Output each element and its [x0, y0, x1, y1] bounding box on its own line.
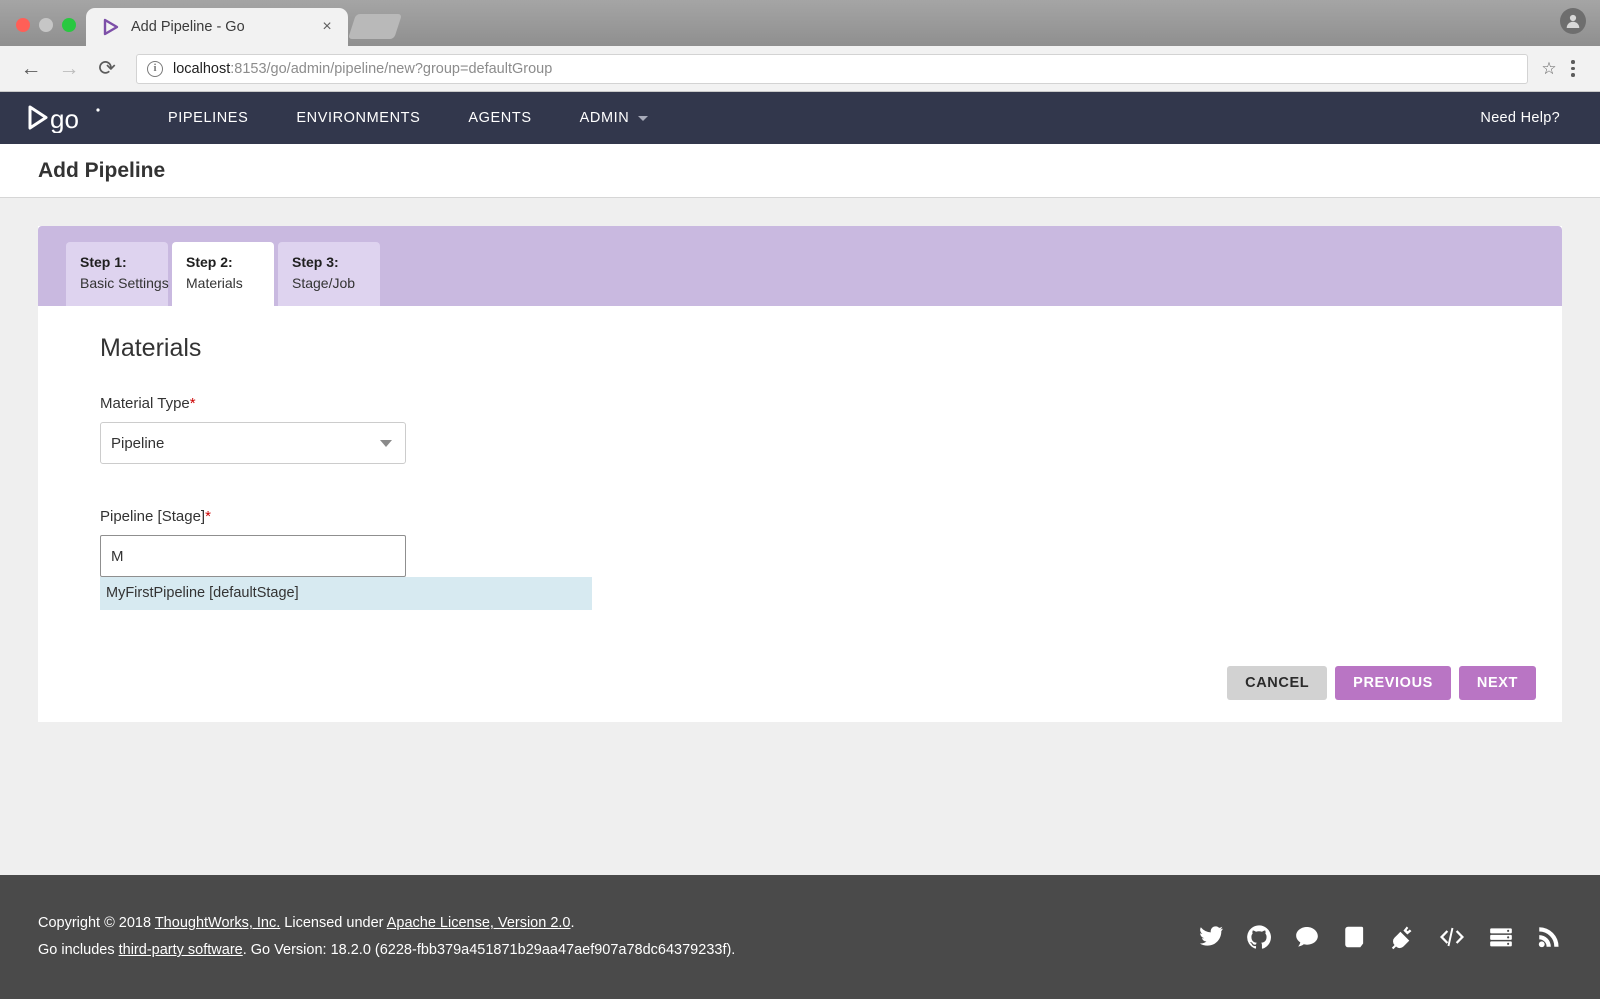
chevron-down-icon [380, 440, 392, 447]
pipeline-stage-input[interactable]: M [100, 535, 406, 577]
address-bar[interactable]: i localhost:8153/go/admin/pipeline/new?g… [136, 53, 1528, 84]
go-logo[interactable]: go [28, 103, 102, 133]
previous-button[interactable]: PREVIOUS [1335, 666, 1451, 700]
footer-social-icons [1198, 924, 1562, 950]
chevron-down-icon [638, 115, 649, 121]
wizard-tab-step1-line1: Step 1: [80, 254, 127, 270]
browser-chrome: Add Pipeline - Go × ← → ⟳ i localhost:81… [0, 0, 1600, 92]
wizard-tab-step3-line1: Step 3: [292, 254, 339, 270]
nav-item-environments[interactable]: ENVIRONMENTS [272, 92, 444, 144]
required-asterisk: * [205, 508, 211, 525]
new-tab-button[interactable] [347, 14, 403, 39]
material-type-select-wrap: Pipeline [100, 422, 406, 464]
wizard-tab-step2-line2: Materials [186, 275, 243, 291]
url-host: localhost [173, 60, 231, 77]
page-footer: Copyright © 2018 ThoughtWorks, Inc. Lice… [0, 875, 1600, 999]
footer-text: Copyright © 2018 ThoughtWorks, Inc. Lice… [38, 910, 735, 964]
pipeline-stage-field: Pipeline [Stage]* M MyFirstPipeline [def… [100, 508, 1562, 610]
apache-license-link[interactable]: Apache License, Version 2.0 [387, 915, 571, 931]
footer-version-text: . Go Version: 18.2.0 (6228-fbb379a451871… [242, 942, 736, 958]
main-nav: PIPELINES ENVIRONMENTS AGENTS ADMIN [144, 92, 672, 144]
footer-license-mid: Licensed under [280, 915, 387, 931]
address-bar-url: localhost:8153/go/admin/pipeline/new?gro… [173, 61, 552, 77]
book-icon[interactable] [1342, 924, 1368, 950]
section-title: Materials [100, 334, 202, 362]
wizard-tab-step1-line2: Basic Settings [80, 275, 169, 291]
bookmark-star-icon[interactable]: ☆ [1538, 58, 1560, 80]
nav-item-admin[interactable]: ADMIN [556, 92, 673, 144]
cancel-button[interactable]: CANCEL [1227, 666, 1328, 700]
server-icon[interactable] [1488, 924, 1514, 950]
github-icon[interactable] [1246, 924, 1272, 950]
svg-text:go: go [50, 104, 79, 133]
forward-button[interactable]: → [52, 52, 86, 86]
autocomplete-suggestion-item[interactable]: MyFirstPipeline [defaultStage] [100, 577, 592, 610]
minimize-window-button[interactable] [39, 18, 53, 32]
footer-line-1: Copyright © 2018 ThoughtWorks, Inc. Lice… [38, 910, 735, 937]
chat-icon[interactable] [1294, 924, 1320, 950]
pipeline-stage-label: Pipeline [Stage]* [100, 508, 1562, 525]
wizard-actions: CANCEL PREVIOUS NEXT [38, 644, 1562, 722]
wizard-card: Step 1: Basic Settings Step 2: Materials… [38, 226, 1562, 722]
nav-item-agents[interactable]: AGENTS [444, 92, 555, 144]
url-path: :8153/go/admin/pipeline/new?group=defaul… [230, 60, 553, 77]
nav-item-admin-label: ADMIN [579, 110, 630, 126]
footer-line2-prefix: Go includes [38, 942, 119, 958]
footer-line-2: Go includes third-party software. Go Ver… [38, 937, 735, 964]
browser-menu-icon[interactable] [1560, 60, 1586, 77]
material-type-field: Material Type* Pipeline [100, 395, 1562, 464]
browser-tab[interactable]: Add Pipeline - Go × [86, 8, 348, 46]
app-header: go PIPELINES ENVIRONMENTS AGENTS ADMIN N… [0, 92, 1600, 144]
go-play-icon [102, 18, 120, 36]
code-icon[interactable] [1438, 924, 1466, 950]
page-body: Step 1: Basic Settings Step 2: Materials… [0, 198, 1600, 875]
wizard-tab-step3-line2: Stage/Job [292, 275, 356, 291]
need-help-link[interactable]: Need Help? [1480, 110, 1572, 126]
maximize-window-button[interactable] [62, 18, 76, 32]
third-party-software-link[interactable]: third-party software [119, 942, 243, 958]
next-button[interactable]: NEXT [1458, 666, 1536, 700]
browser-tab-title: Add Pipeline - Go [131, 19, 245, 35]
wizard-tab-step2-line1: Step 2: [186, 254, 233, 270]
browser-toolbar: ← → ⟳ i localhost:8153/go/admin/pipeline… [0, 46, 1600, 92]
required-asterisk: * [189, 395, 196, 412]
rss-icon[interactable] [1536, 924, 1562, 950]
footer-line1-suffix: . [570, 915, 575, 931]
profile-icon[interactable] [1560, 8, 1586, 34]
pipeline-stage-label-text: Pipeline [Stage] [100, 508, 206, 525]
site-info-icon[interactable]: i [147, 60, 163, 77]
back-button[interactable]: ← [14, 52, 48, 86]
window-traffic-lights [0, 18, 76, 46]
material-type-label: Material Type* [100, 395, 1562, 412]
wizard-tabs: Step 1: Basic Settings Step 2: Materials… [38, 226, 1562, 306]
footer-copyright-prefix: Copyright © 2018 [38, 915, 155, 931]
wizard-tab-step2[interactable]: Step 2: Materials [172, 242, 274, 306]
material-type-label-text: Material Type [100, 395, 190, 412]
wizard-tab-step3[interactable]: Step 3: Stage/Job [278, 242, 380, 306]
materials-form: Material Type* Pipeline Pipeline [Stage]… [38, 363, 1562, 610]
page-title: Add Pipeline [38, 158, 166, 182]
reload-button[interactable]: ⟳ [90, 52, 124, 86]
plug-icon[interactable] [1390, 924, 1416, 950]
material-type-select[interactable]: Pipeline [100, 422, 406, 464]
wizard-tab-step1[interactable]: Step 1: Basic Settings [66, 242, 169, 306]
browser-tabstrip: Add Pipeline - Go × [0, 0, 1600, 46]
thoughtworks-link[interactable]: ThoughtWorks, Inc. [155, 915, 280, 931]
wizard-card-body: Materials Material Type* Pipeline Pipeli… [38, 306, 1562, 722]
nav-item-pipelines[interactable]: PIPELINES [144, 92, 272, 144]
close-tab-button[interactable]: × [318, 18, 336, 36]
close-window-button[interactable] [16, 18, 30, 32]
twitter-icon[interactable] [1198, 924, 1224, 950]
page-title-bar: Add Pipeline [0, 144, 1600, 198]
